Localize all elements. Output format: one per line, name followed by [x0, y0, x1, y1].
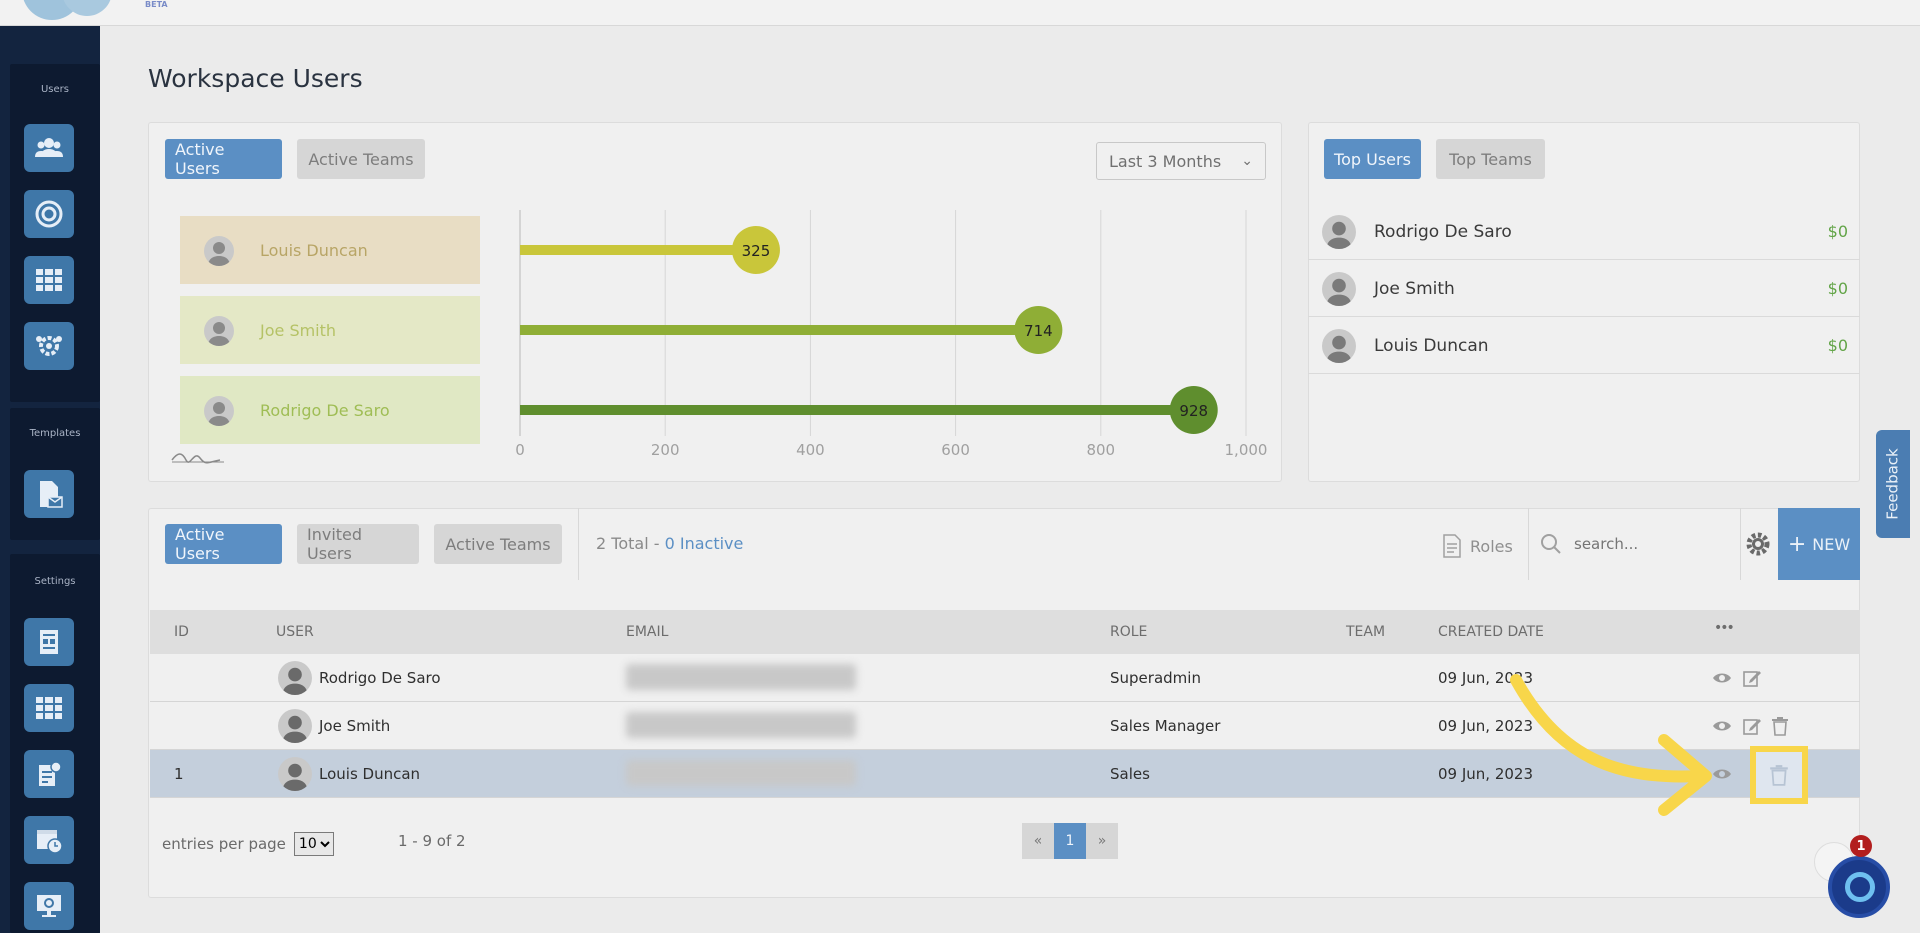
trash-icon[interactable] — [1770, 716, 1790, 736]
bar — [520, 245, 756, 255]
cell-id: 1 — [174, 765, 184, 783]
entries-label: entries per page — [162, 835, 286, 853]
users-summary: 2 Total - 0 Inactive — [596, 534, 743, 553]
cell-email-redacted — [626, 712, 856, 738]
feedback-label: Feedback — [1884, 448, 1902, 520]
cell-role: Sales — [1110, 765, 1150, 783]
table-row[interactable]: Joe Smith Sales Manager 09 Jun, 2023 — [150, 702, 1860, 750]
divider — [578, 508, 579, 580]
avatar — [1322, 328, 1356, 363]
plus-icon: + — [1787, 531, 1807, 557]
avatar — [278, 709, 312, 743]
cell-created: 09 Jun, 2023 — [1438, 765, 1534, 783]
trash-icon[interactable] — [1768, 764, 1790, 786]
top-user-row[interactable]: Rodrigo De Saro $0 — [1308, 204, 1860, 260]
data-label: 714 — [1024, 322, 1053, 340]
top-user-name: Rodrigo De Saro — [1374, 221, 1512, 242]
column-header-user[interactable]: USER — [276, 624, 314, 640]
roles-label: Roles — [1470, 536, 1513, 556]
cell-created: 09 Jun, 2023 — [1438, 717, 1534, 735]
feedback-tab[interactable]: Feedback — [1876, 430, 1910, 538]
chat-icon — [1845, 872, 1875, 902]
total-count: 2 Total — [596, 534, 649, 553]
avatar — [278, 661, 312, 695]
table-row[interactable]: Rodrigo De Saro Superadmin 09 Jun, 2023 — [150, 654, 1860, 702]
top-user-amount: $0 — [1827, 279, 1848, 298]
chat-button[interactable] — [1828, 856, 1890, 918]
page-range: 1 - 9 of 2 — [398, 832, 466, 850]
more-options-icon[interactable]: ••• — [1714, 620, 1735, 636]
top-user-name: Louis Duncan — [1374, 335, 1489, 356]
top-user-amount: $0 — [1827, 222, 1848, 241]
column-header-id[interactable]: ID — [174, 624, 189, 640]
roles-button[interactable]: Roles — [1442, 534, 1513, 558]
eye-icon[interactable] — [1712, 716, 1732, 736]
chat-badge: 1 — [1850, 835, 1872, 857]
x-tick-label: 1,000 — [1225, 441, 1268, 459]
tab-top-users[interactable]: Top Users — [1324, 139, 1421, 179]
inactive-count-link[interactable]: 0 Inactive — [665, 534, 744, 553]
edit-icon[interactable] — [1742, 716, 1762, 736]
search-input[interactable] — [1574, 535, 1724, 553]
top-user-row[interactable]: Louis Duncan $0 — [1308, 318, 1860, 374]
page-1-button[interactable]: 1 — [1054, 823, 1086, 859]
tab-active-users[interactable]: Active Users — [165, 524, 282, 564]
eye-icon[interactable] — [1712, 668, 1732, 688]
data-label: 928 — [1179, 402, 1208, 420]
tab-active-teams[interactable]: Active Teams — [434, 524, 562, 564]
column-header-email[interactable]: EMAIL — [626, 624, 668, 640]
cell-role: Superadmin — [1110, 669, 1201, 687]
eye-icon[interactable] — [1712, 764, 1732, 784]
divider — [1528, 508, 1529, 580]
cell-user: Joe Smith — [319, 717, 391, 735]
table-header: ID USER EMAIL ROLE TEAM CREATED DATE ••• — [150, 610, 1860, 654]
x-tick-label: 0 — [515, 441, 525, 459]
x-tick-label: 800 — [1086, 441, 1115, 459]
x-tick-label: 600 — [941, 441, 970, 459]
bar — [520, 405, 1194, 415]
cell-user: Louis Duncan — [319, 765, 421, 783]
search-icon — [1541, 534, 1561, 554]
cell-email-redacted — [626, 760, 856, 786]
avatar — [278, 757, 312, 791]
x-tick-label: 400 — [796, 441, 825, 459]
prev-page-button[interactable]: « — [1022, 823, 1054, 859]
cell-user: Rodrigo De Saro — [319, 669, 441, 687]
column-header-created-date[interactable]: CREATED DATE — [1438, 624, 1544, 640]
summary-separator: - — [648, 534, 665, 553]
column-header-role[interactable]: ROLE — [1110, 624, 1147, 640]
entries-per-page: entries per page 10 — [162, 832, 334, 856]
document-icon — [1443, 534, 1461, 558]
pagination: « 1 » — [1022, 823, 1118, 859]
new-user-button[interactable]: + NEW — [1778, 508, 1860, 580]
cell-role: Sales Manager — [1110, 717, 1221, 735]
top-user-row[interactable]: Joe Smith $0 — [1308, 261, 1860, 317]
new-label: NEW — [1812, 534, 1851, 554]
search-box[interactable] — [1540, 522, 1740, 566]
cell-created: 09 Jun, 2023 — [1438, 669, 1534, 687]
tab-invited-users[interactable]: Invited Users — [297, 524, 419, 564]
tab-top-teams[interactable]: Top Teams — [1436, 139, 1545, 179]
divider — [1740, 508, 1741, 580]
gear-icon[interactable] — [1744, 530, 1772, 558]
data-label: 325 — [742, 242, 771, 260]
table-row-selected[interactable]: 1 Louis Duncan Sales 09 Jun, 2023 — [150, 750, 1860, 798]
top-user-amount: $0 — [1827, 336, 1848, 355]
entries-select[interactable]: 10 — [293, 832, 334, 856]
avatar — [1322, 214, 1356, 249]
avatar — [1322, 271, 1356, 306]
x-tick-label: 200 — [651, 441, 680, 459]
edit-icon[interactable] — [1742, 668, 1762, 688]
next-page-button[interactable]: » — [1086, 823, 1118, 859]
top-user-name: Joe Smith — [1374, 278, 1455, 299]
column-header-team[interactable]: TEAM — [1346, 624, 1385, 640]
bar — [520, 325, 1039, 335]
cell-email-redacted — [626, 664, 856, 690]
